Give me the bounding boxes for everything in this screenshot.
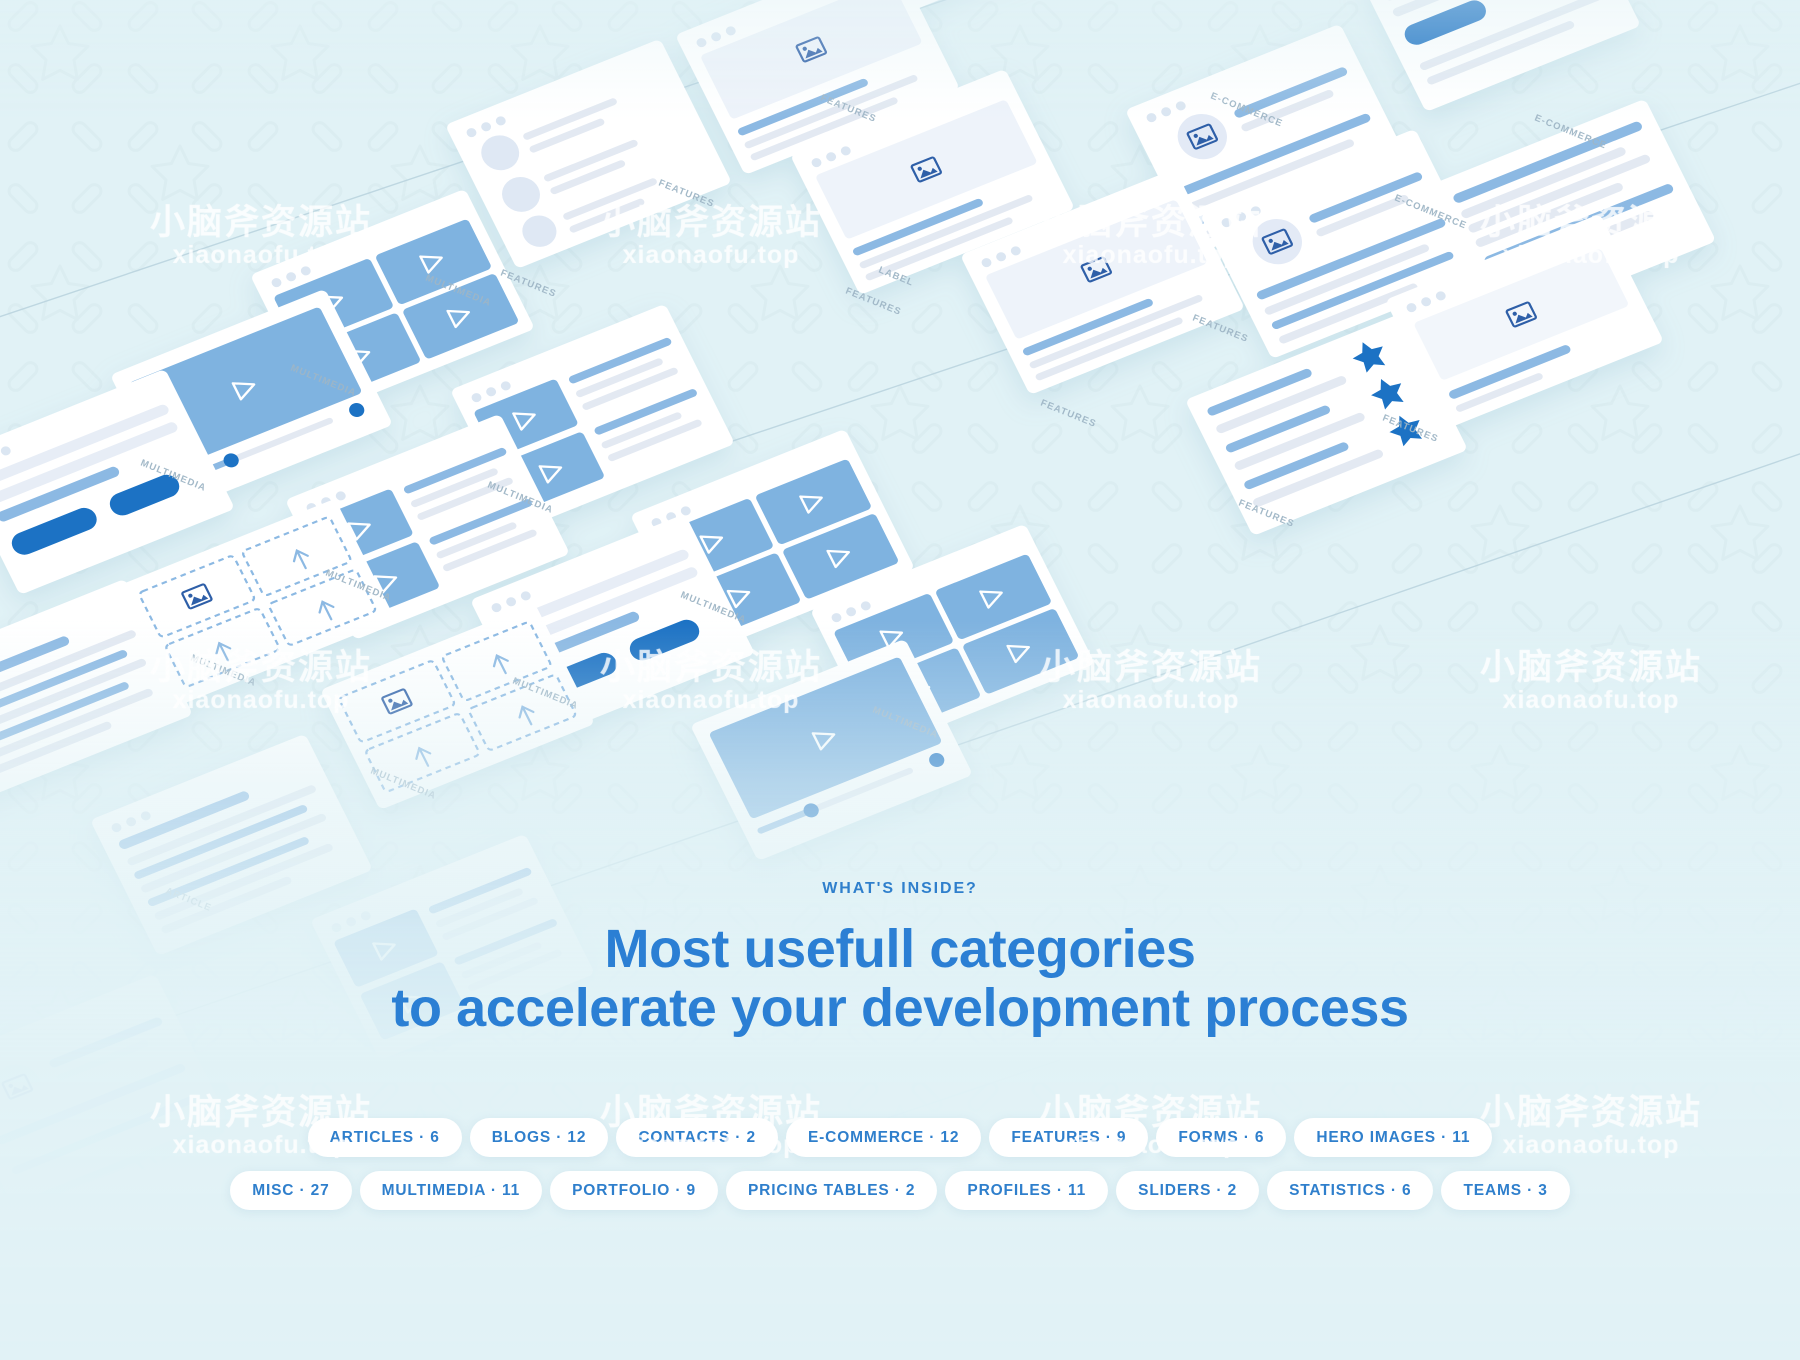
category-pill-articles[interactable]: ARTICLES · 6	[307, 1118, 462, 1157]
category-pill-group: ARTICLES · 6 BLOGS · 12 CONTACTS · 2 E-COMM…	[0, 1118, 1800, 1224]
category-pill-multimedia[interactable]: MULTIMEDIA · 11	[359, 1171, 543, 1210]
category-pill-hero-images[interactable]: HERO IMAGES · 11	[1294, 1118, 1493, 1157]
scene-label-features: FEATURES	[844, 286, 903, 318]
category-pill-row-2: MISC · 27 MULTIMEDIA · 11 PORTFOLIO · 9 PRI…	[0, 1171, 1800, 1210]
category-pill-pricing-tables[interactable]: PRICING TABLES · 2	[725, 1171, 938, 1210]
category-pill-blogs[interactable]: BLOGS · 12	[469, 1118, 609, 1157]
category-pill-contacts[interactable]: CONTACTS · 2	[616, 1118, 778, 1157]
category-pill-sliders[interactable]: SLIDERS · 2	[1116, 1171, 1260, 1210]
scene-label-features: FEATURES	[1039, 398, 1098, 430]
category-pill-features[interactable]: FEATURES · 9	[989, 1118, 1149, 1157]
headline-line-1: Most usefull categories	[604, 919, 1196, 979]
headline-line-2: to accelerate your development process	[391, 978, 1409, 1039]
eyebrow-label: WHAT'S INSIDE?	[822, 880, 978, 897]
category-pill-row-1: ARTICLES · 6 BLOGS · 12 CONTACTS · 2 E-COMM…	[0, 1118, 1800, 1157]
category-pill-misc[interactable]: MISC · 27	[230, 1171, 352, 1210]
category-pill-statistics[interactable]: STATISTICS · 6	[1267, 1171, 1434, 1210]
category-pill-teams[interactable]: TEAMS · 3	[1441, 1171, 1570, 1210]
hero-section: WHAT'S INSIDE? Most usefull categories t…	[0, 880, 1800, 1039]
category-pill-profiles[interactable]: PROFILES · 11	[945, 1171, 1109, 1210]
page-title: Most usefull categories to accelerate yo…	[0, 919, 1800, 1039]
category-pill-portfolio[interactable]: PORTFOLIO · 9	[550, 1171, 718, 1210]
category-pill-e-commerce[interactable]: E-COMMERCE · 12	[785, 1118, 982, 1157]
category-pill-forms[interactable]: FORMS · 6	[1156, 1118, 1287, 1157]
